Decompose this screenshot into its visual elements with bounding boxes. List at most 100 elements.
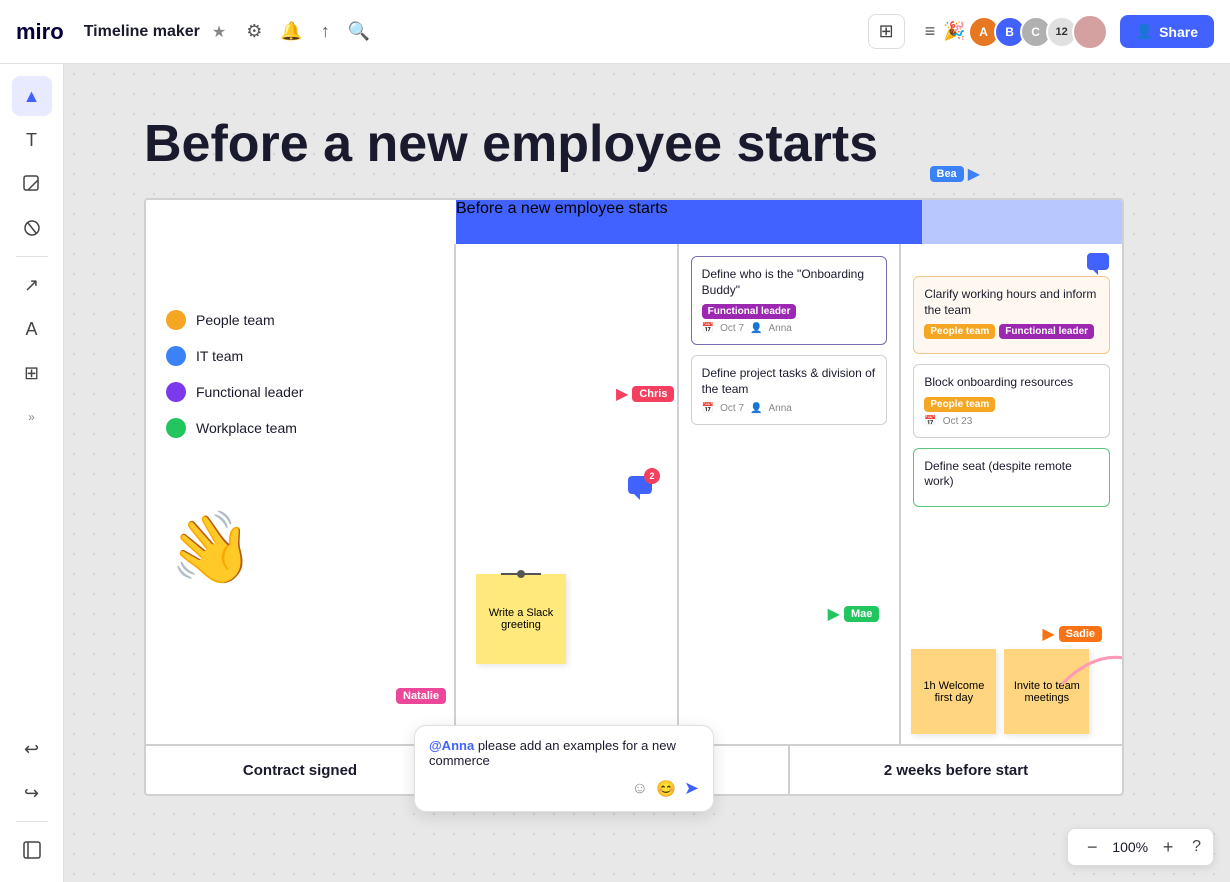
card-title-project: Define project tasks & division of the t… (702, 366, 877, 397)
pink-arrow-decoration (1052, 634, 1124, 694)
card-assignee-buddy: Anna (768, 323, 791, 334)
calendar-icon-project: 📅 (702, 403, 714, 414)
legend-label-functional: Functional leader (196, 384, 303, 400)
emoji-icon[interactable]: ☺ (632, 780, 648, 798)
zoom-in-button[interactable]: + (1156, 835, 1180, 859)
board-content: Before a new employee starts Before a ne… (144, 114, 1230, 796)
left-toolbar: ▲ T ↗ A ⊞ » ↩ ↪ (0, 64, 64, 882)
text-tool[interactable]: T (12, 120, 52, 160)
cursor-label-bea: Bea (930, 166, 964, 182)
card-project-tasks[interactable]: Define project tasks & division of the t… (691, 355, 888, 425)
collab-section: ≡ 🎉 A B C 12 (925, 14, 1108, 50)
collab-celebrate-icon[interactable]: 🎉 (943, 21, 965, 42)
toolbar-separator-1 (16, 256, 48, 257)
star-icon[interactable]: ★ (212, 22, 226, 42)
header-light-cell (922, 200, 1122, 244)
board-title[interactable]: Timeline maker (84, 23, 200, 41)
miro-logo: miro (16, 19, 64, 45)
card-tags-hours: People team Functional leader (924, 324, 1099, 339)
legend-item-people: People team (166, 310, 434, 330)
share-icon: 👤 (1136, 23, 1153, 40)
card-date-resources: Oct 23 (943, 416, 972, 427)
comment-icon-top[interactable] (1086, 252, 1110, 281)
select-tool[interactable]: ▲ (12, 76, 52, 116)
card-meta-project: 📅 Oct 7 👤 Anna (702, 403, 877, 414)
avatars: A B C 12 (974, 14, 1108, 50)
comment-badge: 2 (644, 468, 660, 484)
nav-icons: ⚙ 🔔 ↑ 🔍 (246, 21, 370, 42)
card-title-hours: Clarify working hours and inform the tea… (924, 287, 1099, 318)
panel-toggle[interactable] (12, 830, 52, 870)
apps-button[interactable]: ⊞ (868, 14, 905, 49)
bell-icon[interactable]: 🔔 (280, 21, 302, 42)
expand-tools[interactable]: » (12, 397, 52, 437)
help-icon[interactable]: ? (1192, 838, 1201, 856)
card-date-project: Oct 7 (720, 403, 744, 414)
zoom-out-button[interactable]: − (1080, 835, 1104, 859)
comment-icon-card (1086, 252, 1110, 276)
undo-tool[interactable]: ↩ (12, 729, 52, 769)
frame-tool[interactable]: ⊞ (12, 353, 52, 393)
card-meta-resources: 📅 Oct 23 (924, 416, 1099, 427)
waving-hand-sticker: 👋 (161, 471, 439, 598)
calendar-icon-buddy: 📅 (702, 323, 714, 334)
timeline-table: Before a new employee starts People team… (144, 198, 1124, 796)
timeline-header: Before a new employee starts (146, 200, 1122, 244)
card-onboarding-buddy[interactable]: Define who is the "Onboarding Buddy" Fun… (691, 256, 888, 345)
card-date-buddy: Oct 7 (720, 323, 744, 334)
send-button[interactable]: ➤ (684, 778, 699, 799)
shape-tool[interactable] (12, 208, 52, 248)
card-block-resources[interactable]: Block onboarding resources People team 📅… (913, 364, 1110, 438)
card-working-hours[interactable]: Clarify working hours and inform the tea… (913, 276, 1110, 354)
redo-tool[interactable]: ↪ (12, 773, 52, 813)
zoom-percent: 100% (1112, 839, 1148, 855)
footer-2weeks: 2 weeks before start (790, 746, 1122, 794)
card-define-seat[interactable]: Define seat (despite remote work) (913, 448, 1110, 507)
card-assignee-project: Anna (768, 403, 791, 414)
cursor-label-mae: Mae (844, 606, 879, 622)
card-title-resources: Block onboarding resources (924, 375, 1099, 391)
chat-mention: @Anna (429, 738, 474, 753)
comment-icon-area[interactable]: 2 (626, 474, 654, 507)
zoom-controls: − 100% + ? (1067, 828, 1214, 866)
sticky-note-tool[interactable] (12, 164, 52, 204)
avatar-extra[interactable] (1072, 14, 1108, 50)
cursor-label-natalie: Natalie (396, 688, 446, 704)
legend-label-it: IT team (196, 348, 243, 364)
week-col-4weeks: Define who is the "Onboarding Buddy" Fun… (679, 244, 902, 744)
sticky-welcome-day[interactable]: 1h Welcome first day (911, 649, 996, 734)
search-icon[interactable]: 🔍 (348, 21, 370, 42)
header-empty (146, 200, 456, 244)
tag-people-team-hours: People team (924, 324, 995, 339)
header-main-label: Before a new employee starts (456, 200, 668, 217)
legend-column: People team IT team Functional leader Wo… (146, 244, 456, 744)
settings-icon[interactable]: ⚙ (246, 21, 262, 42)
card-title-seat: Define seat (despite remote work) (924, 459, 1099, 490)
sticky-line (501, 573, 541, 575)
card-meta-buddy: 📅 Oct 7 👤 Anna (702, 323, 877, 334)
header-main-cell: Before a new employee starts (456, 200, 922, 244)
legend-label-workplace: Workplace team (196, 420, 297, 436)
timeline-body: People team IT team Functional leader Wo… (146, 244, 1122, 744)
arrow-tool[interactable]: ↗ (12, 265, 52, 305)
sticky-text-write-slack: Write a Slack greeting (476, 574, 566, 664)
upload-icon[interactable]: ↑ (321, 21, 330, 42)
pen-tool[interactable]: A (12, 309, 52, 349)
person-icon-project: 👤 (750, 403, 762, 414)
chat-bubble: @Anna please add an examples for a new c… (414, 725, 714, 812)
week-col-2weeks: Clarify working hours and inform the tea… (901, 244, 1122, 744)
sticky-write-slack[interactable]: Write a Slack greeting (476, 574, 566, 664)
canvas[interactable]: Before a new employee starts Before a ne… (64, 64, 1230, 882)
legend-dot-workplace (166, 418, 186, 438)
smile-icon[interactable]: 😊 (656, 779, 676, 799)
share-button[interactable]: 👤 Share (1120, 15, 1214, 48)
cursor-natalie: Natalie (396, 688, 446, 704)
navbar: miro Timeline maker ★ ⚙ 🔔 ↑ 🔍 ⊞ ≡ 🎉 A B … (0, 0, 1230, 64)
tag-people-resources: People team (924, 397, 995, 412)
footer-contract: Contract signed (146, 746, 456, 794)
card-tags-buddy: Functional leader (702, 304, 877, 319)
card-title-buddy: Define who is the "Onboarding Buddy" (702, 267, 877, 298)
person-icon-buddy: 👤 (750, 323, 762, 334)
collab-filter-icon[interactable]: ≡ (925, 21, 936, 42)
week-col-contract: ▶ Chris 2 Write a Slack greeting (456, 244, 679, 744)
